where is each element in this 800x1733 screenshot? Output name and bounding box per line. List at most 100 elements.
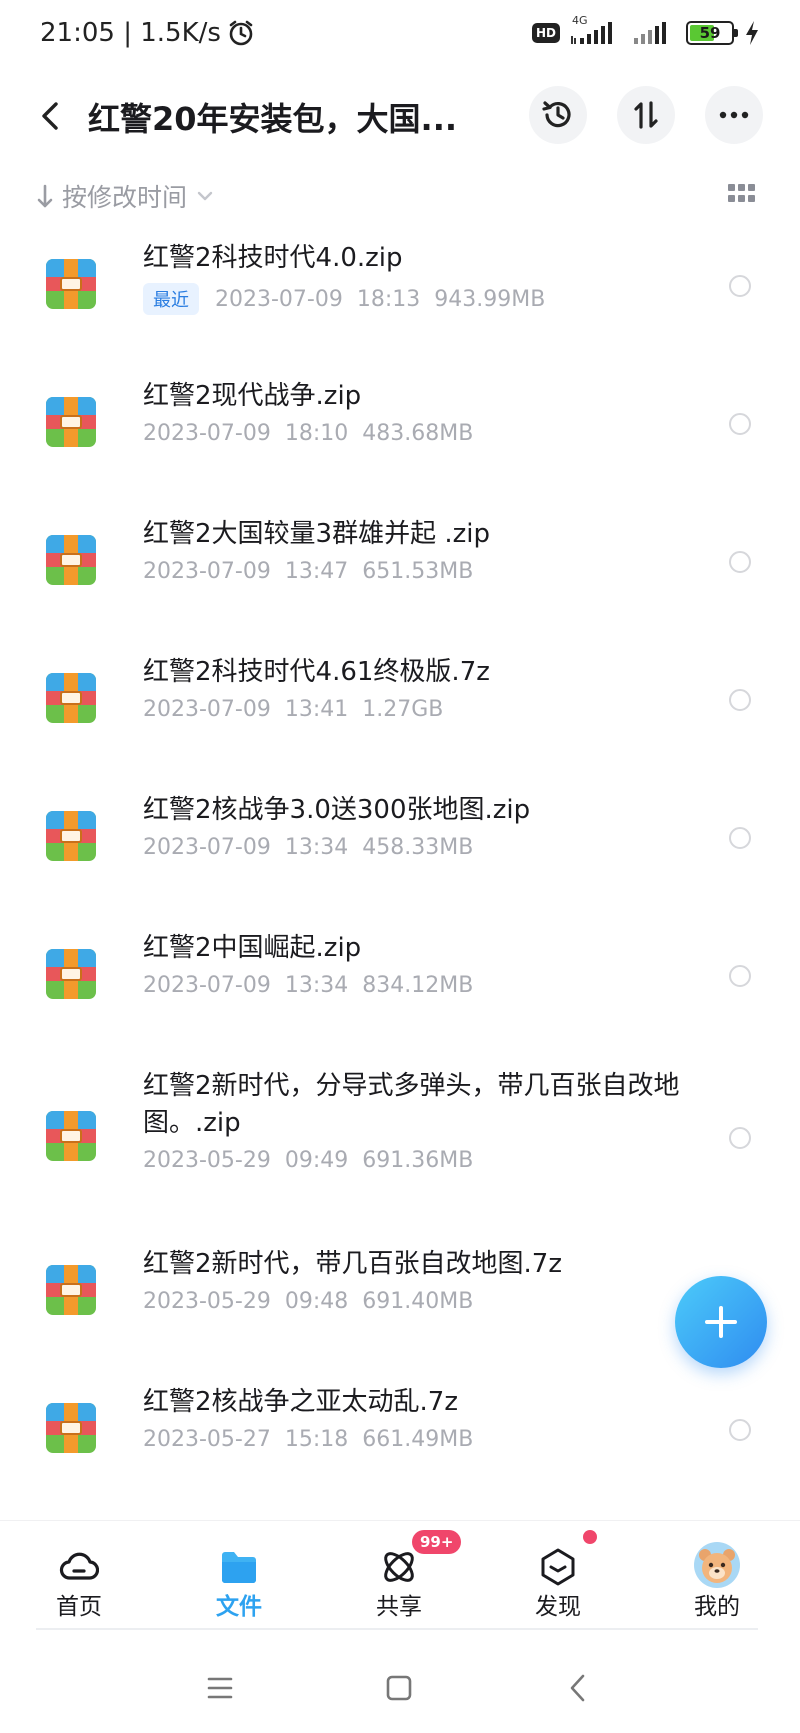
home-square-icon[interactable] <box>381 1670 417 1706</box>
share-badge: 99+ <box>412 1530 462 1554</box>
select-radio[interactable] <box>729 1127 751 1149</box>
sort-label: 按修改时间 <box>62 183 188 212</box>
page-title: 红警20年安装包，大国... <box>88 100 458 138</box>
file-name: 红警2核战争3.0送300张地图.zip <box>143 795 531 825</box>
history-icon <box>542 101 571 128</box>
file-date: 2023-07-09 <box>143 421 271 446</box>
file-size: 691.36MB <box>362 1148 474 1173</box>
nav-files[interactable]: 文件 <box>179 1521 299 1629</box>
file-time: 15:18 <box>284 1427 349 1452</box>
select-radio[interactable] <box>729 1419 751 1441</box>
nav-divider <box>36 1628 758 1630</box>
nav-discover[interactable]: 发现 <box>498 1521 618 1629</box>
file-size: 483.68MB <box>362 421 474 446</box>
file-row[interactable]: 红警2现代战争.zip 2023-07-09 18:10 483.68MB <box>0 358 800 494</box>
file-row[interactable]: 红警2中国崛起.zip 2023-07-09 13:34 834.12MB <box>0 910 800 1046</box>
file-name: 红警2科技时代4.61终极版.7z <box>143 657 490 687</box>
select-radio[interactable] <box>729 689 751 711</box>
file-meta: 2023-07-09 13:47 651.53MB <box>143 559 473 584</box>
file-row[interactable]: 红警2核战争3.0送300张地图.zip 2023-07-09 13:34 458.3… <box>0 772 800 908</box>
file-name: 红警2中国崛起.zip <box>143 933 362 963</box>
alarm-icon <box>229 20 253 46</box>
status-left: 21:05 | 1.5K/s <box>40 18 255 48</box>
cloud-home-icon <box>59 1552 99 1580</box>
add-fab-button[interactable] <box>675 1276 767 1368</box>
hd-badge: HD <box>531 23 560 43</box>
file-row[interactable]: 红警2科技时代4.61终极版.7z 2023-07-09 13:41 1.27GB <box>0 634 800 770</box>
sort-order-button[interactable] <box>617 86 675 144</box>
nav-discover-label: 发现 <box>535 1594 581 1620</box>
avatar <box>694 1542 740 1588</box>
file-date: 2023-07-09 <box>143 697 271 722</box>
back-button[interactable] <box>28 94 72 138</box>
file-name: 红警2新时代，带几百张自改地图.7z <box>143 1249 562 1279</box>
file-size: 1.27GB <box>362 697 444 722</box>
zip-archive-icon <box>46 535 96 585</box>
file-time: 13:41 <box>284 697 349 722</box>
file-meta: 2023-05-29 09:49 691.36MB <box>143 1148 473 1173</box>
file-meta: 2023-07-09 13:34 458.33MB <box>143 835 473 860</box>
file-size: 661.49MB <box>362 1427 474 1452</box>
header: 红警20年安装包，大国... <box>0 72 800 182</box>
select-radio[interactable] <box>729 413 751 435</box>
chevron-down-icon <box>197 191 213 201</box>
grid-view-icon[interactable] <box>728 184 756 206</box>
file-name: 红警2核战争之亚太动乱.7z <box>143 1387 458 1417</box>
file-meta: 2023-07-09 13:41 1.27GB <box>143 697 443 722</box>
file-date: 2023-05-29 <box>143 1289 271 1314</box>
sort-selector[interactable]: 按修改时间 <box>36 176 215 216</box>
zip-archive-icon <box>46 1265 96 1315</box>
file-meta: 2023-07-09 13:34 834.12MB <box>143 973 473 998</box>
file-row[interactable]: 红警2科技时代4.0.zip 最近 2023-07-09 18:13 943.99MB <box>0 220 800 356</box>
file-time: 13:34 <box>284 973 349 998</box>
select-radio[interactable] <box>729 827 751 849</box>
file-date: 2023-07-09 <box>143 559 271 584</box>
file-date: 2023-07-09 <box>215 286 343 312</box>
sort-toggle-icon <box>634 101 658 129</box>
file-name: 红警2现代战争.zip <box>143 381 362 411</box>
file-row[interactable]: 红警2大国较量3群雄并起 .zip 2023-07-09 13:47 651.53MB <box>0 496 800 632</box>
file-meta: 2023-05-27 15:18 661.49MB <box>143 1427 473 1452</box>
zip-archive-icon <box>46 1111 96 1161</box>
folder-icon <box>222 1552 256 1583</box>
file-date: 2023-07-09 <box>143 835 271 860</box>
file-size: 458.33MB <box>362 835 474 860</box>
select-radio[interactable] <box>729 551 751 573</box>
system-back-icon[interactable] <box>561 1670 597 1706</box>
nav-mine[interactable]: 我的 <box>657 1521 777 1629</box>
history-button[interactable] <box>529 86 587 144</box>
zip-archive-icon <box>46 811 96 861</box>
file-row[interactable]: 红警2核战争之亚太动乱.7z 2023-05-27 15:18 661.49MB <box>0 1364 800 1500</box>
signal-4g-icon: 4G <box>570 14 622 46</box>
status-right: HD 4G 59 <box>531 14 760 46</box>
file-row[interactable]: 红警2新时代，分导式多弹头，带几百张自改地图。.zip 2023-05-29 09:… <box>0 1048 800 1224</box>
status-time-speed: 21:05 | 1.5K/s <box>40 18 221 48</box>
file-time: 09:48 <box>284 1289 349 1314</box>
status-bar: 21:05 | 1.5K/s HD 4G 59 <box>0 0 800 72</box>
signal-bars-2-icon <box>634 22 666 44</box>
nav-files-label: 文件 <box>216 1594 262 1620</box>
menu-icon[interactable] <box>202 1670 238 1706</box>
more-icon <box>719 111 749 119</box>
file-size: 943.99MB <box>434 286 546 312</box>
file-date: 2023-07-09 <box>143 973 271 998</box>
file-time: 13:34 <box>284 835 349 860</box>
more-button[interactable] <box>705 86 763 144</box>
file-time: 18:13 <box>356 286 421 312</box>
file-size: 834.12MB <box>362 973 474 998</box>
network-label: 4G <box>572 14 588 27</box>
select-radio[interactable] <box>729 965 751 987</box>
file-meta: 最近 2023-07-09 18:13 943.99MB <box>143 283 545 315</box>
file-meta: 2023-05-29 09:48 691.40MB <box>143 1289 473 1314</box>
recent-tag: 最近 <box>143 283 199 315</box>
zip-archive-icon <box>46 949 96 999</box>
select-radio[interactable] <box>729 275 751 297</box>
nav-home[interactable]: 首页 <box>19 1521 139 1629</box>
plus-icon <box>705 1306 737 1338</box>
file-meta: 2023-07-09 18:10 483.68MB <box>143 421 473 446</box>
zip-archive-icon <box>46 259 96 309</box>
charging-bolt-icon <box>746 21 758 45</box>
share-orbit-icon <box>384 1552 414 1582</box>
back-arrow-icon <box>42 102 58 130</box>
zip-archive-icon <box>46 1403 96 1453</box>
